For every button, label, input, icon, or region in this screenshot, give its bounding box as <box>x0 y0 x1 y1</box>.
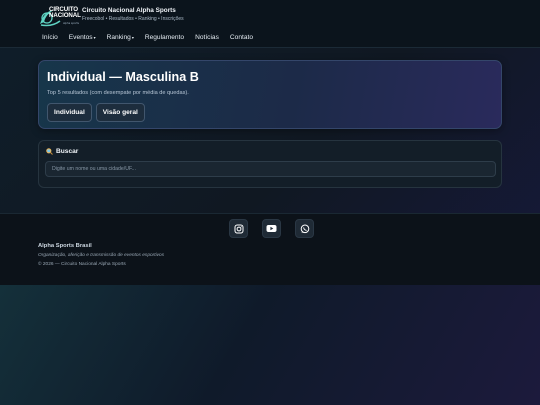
footer-copyright: © 2026 — Circuito Nacional Alpha Sports <box>38 262 126 267</box>
nav-item-label: Notícias <box>195 34 219 41</box>
site-subtitle: Freecobol • Resultados • Ranking • Inscr… <box>82 16 184 22</box>
footer-brand-name: Alpha Sports Brasil <box>38 243 92 249</box>
page-title: Individual — Masculina B <box>47 70 199 84</box>
social-links <box>229 219 314 238</box>
brand-logo[interactable]: CIRCUITO NACIONAL alpha sports <box>38 6 88 28</box>
nav-item-regulamento[interactable]: Regulamento <box>145 34 184 41</box>
nav-item-label: Início <box>42 34 58 41</box>
nav-item-noticias[interactable]: Notícias <box>195 34 219 41</box>
instagram-icon[interactable] <box>229 219 248 238</box>
whatsapp-icon[interactable] <box>295 219 314 238</box>
nav-item-inicio[interactable]: Início <box>42 34 58 41</box>
site-title: Circuito Nacional Alpha Sports <box>82 7 176 14</box>
nav-item-eventos[interactable]: Eventos ▾ <box>69 34 96 41</box>
search-card: Buscar <box>38 140 502 188</box>
footer-description: Organização, aferição e transmissão de e… <box>38 253 165 258</box>
youtube-icon[interactable] <box>262 219 281 238</box>
site-info: Circuito Nacional Alpha Sports Freecobol… <box>82 7 184 22</box>
logo: CIRCUITO NACIONAL alpha sports <box>38 6 88 27</box>
page-subtitle: Top 5 resultados (com desempate por médi… <box>47 90 189 96</box>
overview-button[interactable]: Visão geral <box>95 103 145 122</box>
search-label: Buscar <box>56 148 79 155</box>
nav-item-label: Eventos <box>68 34 93 41</box>
site-footer: Alpha Sports Brasil Organização, aferiçã… <box>0 214 540 285</box>
main-nav: Início Eventos ▾ Ranking ▾ Regulamento Not… <box>42 34 264 41</box>
logo-text-line2: NACIONAL <box>49 12 81 20</box>
logo-text: CIRCUITO NACIONAL <box>49 6 81 20</box>
chevron-down-icon: ▾ <box>131 35 134 40</box>
individual-button[interactable]: Individual <box>47 103 92 122</box>
nav-item-ranking[interactable]: Ranking ▾ <box>107 34 134 41</box>
logo-subtext: alpha sports <box>63 22 80 25</box>
nav-item-label: Ranking <box>106 34 131 41</box>
chevron-down-icon: ▾ <box>93 35 96 40</box>
search-heading: Buscar <box>46 148 78 155</box>
site-header: CIRCUITO NACIONAL alpha sports Circuito … <box>0 0 540 48</box>
nav-item-label: Regulamento <box>144 34 185 41</box>
nav-item-contato[interactable]: Contato <box>230 34 253 41</box>
hero-buttons: Individual Visão geral <box>47 103 145 122</box>
search-input[interactable] <box>45 161 496 177</box>
nav-item-label: Contato <box>229 34 253 41</box>
search-icon <box>46 148 53 155</box>
hero-card: Individual — Masculina B Top 5 resultado… <box>38 60 502 129</box>
lower-background <box>0 285 540 405</box>
